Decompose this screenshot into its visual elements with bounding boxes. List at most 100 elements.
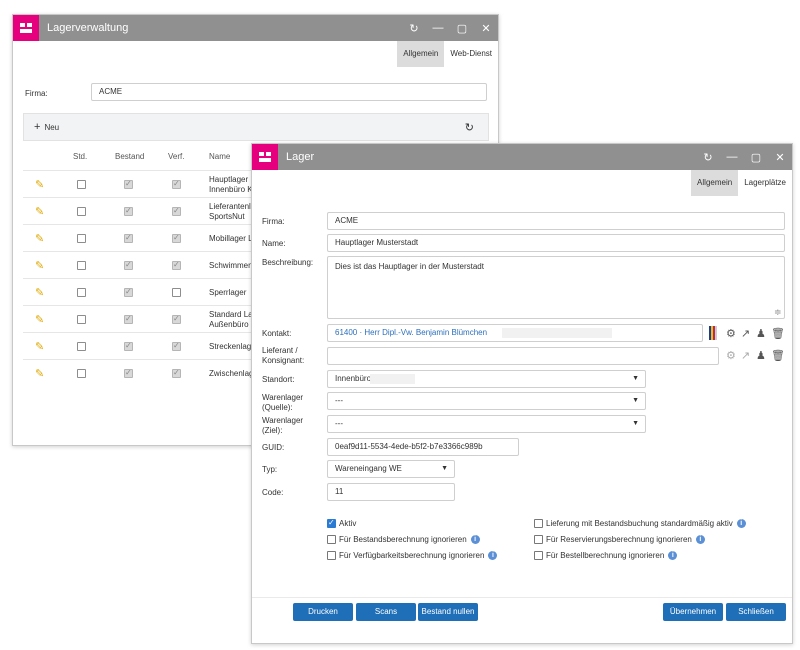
col-verf[interactable]: Verf.	[168, 152, 184, 161]
aktiv-checkbox[interactable]	[327, 518, 336, 528]
bestand-checkbox[interactable]	[124, 314, 133, 324]
close-icon[interactable]: ✕	[474, 15, 498, 41]
row-name: Sperrlager	[209, 288, 246, 298]
tab-allgemein[interactable]: Allgemein	[691, 170, 739, 196]
verf-checkbox[interactable]	[172, 341, 181, 351]
refresh-icon[interactable]: ↻	[402, 15, 426, 41]
edit-pencil-icon[interactable]: ✎	[35, 178, 44, 191]
window-title: Lager	[286, 151, 315, 163]
edit-pencil-icon[interactable]: ✎	[35, 340, 44, 353]
edit-pencil-icon[interactable]: ✎	[35, 259, 44, 272]
firma-input[interactable]: ACME	[91, 83, 487, 101]
ziel-label-line2: (Ziel):	[262, 426, 283, 435]
verf-checkbox[interactable]	[172, 314, 181, 324]
bestell-ignorieren-checkbox[interactable]	[534, 551, 543, 560]
lieferung-checkbox[interactable]	[534, 519, 543, 528]
edit-pencil-icon[interactable]: ✎	[35, 313, 44, 326]
window-titlebar[interactable]: Lager ↻ — ▢ ✕	[252, 144, 792, 170]
ziel-label-line1: Warenlager	[262, 416, 304, 425]
std-checkbox[interactable]	[77, 369, 86, 378]
edit-pencil-icon[interactable]: ✎	[35, 286, 44, 299]
std-checkbox[interactable]	[77, 207, 86, 216]
verf-checkbox[interactable]	[172, 233, 181, 243]
open-external-icon[interactable]: ↗	[741, 328, 750, 340]
guid-input[interactable]: 0eaf9d11-5534-4ede-b5f2-b7e3366c989b	[327, 438, 519, 456]
std-checkbox[interactable]	[77, 288, 86, 297]
reserv-ignorieren-checkbox[interactable]	[534, 535, 543, 544]
std-checkbox[interactable]	[77, 180, 86, 189]
user-icon[interactable]: ♟	[756, 350, 766, 362]
col-name[interactable]: Name	[209, 152, 230, 161]
info-icon[interactable]: i	[695, 535, 705, 545]
maximize-icon[interactable]: ▢	[450, 15, 474, 41]
delete-icon[interactable]: 🗑	[771, 350, 785, 362]
scans-button[interactable]: Scans	[356, 603, 416, 621]
firma-input[interactable]: ACME	[327, 212, 785, 230]
std-checkbox[interactable]	[77, 234, 86, 243]
new-button[interactable]: Neu	[44, 123, 59, 132]
info-icon[interactable]: i	[488, 551, 498, 561]
user-icon[interactable]: ♟	[756, 328, 766, 340]
tab-allgemein[interactable]: Allgemein	[397, 41, 445, 67]
bestand-checkbox[interactable]	[124, 260, 133, 270]
verf-checkbox[interactable]	[172, 179, 181, 189]
resize-handle-icon[interactable]: ≑	[774, 307, 782, 318]
tab-web-dienst[interactable]: Web-Dienst	[444, 41, 498, 67]
bestand-checkbox[interactable]	[124, 287, 133, 297]
minimize-icon[interactable]: —	[426, 15, 450, 41]
bestand-nullen-button[interactable]: Bestand nullen	[418, 603, 478, 621]
verf-checkbox[interactable]	[172, 288, 181, 297]
maximize-icon[interactable]: ▢	[744, 144, 768, 170]
code-input[interactable]: 11	[327, 483, 455, 501]
verf-checkbox[interactable]	[172, 260, 181, 270]
row-name: Lieferantenl SportsNut	[209, 202, 251, 222]
firma-label: Firma:	[262, 217, 285, 226]
refresh-icon[interactable]: ↻	[696, 144, 720, 170]
col-std[interactable]: Std.	[73, 152, 87, 161]
uebernehmen-button[interactable]: Übernehmen	[663, 603, 723, 621]
name-input[interactable]: Hauptlager Musterstadt	[327, 234, 785, 252]
row-name: Hauptlager M Innenbüro K	[209, 175, 257, 195]
edit-pencil-icon[interactable]: ✎	[35, 205, 44, 218]
bestand-checkbox[interactable]	[124, 341, 133, 351]
edit-pencil-icon[interactable]: ✎	[35, 367, 44, 380]
window-titlebar[interactable]: Lagerverwaltung ↻ — ▢ ✕	[13, 15, 498, 41]
bestand-checkbox[interactable]	[124, 179, 133, 189]
minimize-icon[interactable]: —	[720, 144, 744, 170]
schliessen-button[interactable]: Schließen	[726, 603, 786, 621]
info-icon[interactable]: i	[470, 535, 480, 545]
lieferant-input[interactable]	[327, 347, 719, 365]
plus-icon[interactable]: +	[34, 121, 40, 133]
lieferung-label: Lieferung mit Bestandsbuchung standardmä…	[546, 519, 746, 529]
close-icon[interactable]: ✕	[768, 144, 792, 170]
verf-ignorieren-checkbox[interactable]	[327, 551, 336, 560]
bestand-checkbox[interactable]	[124, 233, 133, 243]
drucken-button[interactable]: Drucken	[293, 603, 353, 621]
verf-checkbox[interactable]	[172, 206, 181, 216]
tab-lagerplaetze[interactable]: Lagerplätze	[738, 170, 792, 196]
lieferung-text: Lieferung mit Bestandsbuchung standardmä…	[546, 519, 733, 528]
verf-ignorieren-text: Für Verfügbarkeitsberechnung ignorieren	[339, 551, 485, 560]
std-checkbox[interactable]	[77, 261, 86, 270]
reload-icon[interactable]: ↻	[465, 121, 474, 134]
settings-icon[interactable]: ⚙	[726, 328, 736, 340]
std-checkbox[interactable]	[77, 315, 86, 324]
info-icon[interactable]: i	[736, 519, 746, 529]
quelle-label-line2: (Quelle):	[262, 403, 293, 412]
verf-checkbox[interactable]	[172, 368, 181, 378]
edit-pencil-icon[interactable]: ✎	[35, 232, 44, 245]
col-bestand[interactable]: Bestand	[115, 152, 144, 161]
ziel-select[interactable]: --- ▼	[327, 415, 646, 433]
beschreibung-textarea[interactable]: Dies ist das Hauptlager in der Mustersta…	[327, 256, 785, 319]
std-checkbox[interactable]	[77, 342, 86, 351]
bestand-checkbox[interactable]	[124, 206, 133, 216]
row-name-line2: Innenbüro K	[209, 185, 253, 194]
typ-value: Wareneingang WE	[335, 464, 402, 473]
typ-select[interactable]: Wareneingang WE ▼	[327, 460, 455, 478]
quelle-select[interactable]: --- ▼	[327, 392, 646, 410]
bestand-ignorieren-checkbox[interactable]	[327, 535, 336, 544]
row-name: Mobillager L	[209, 234, 253, 244]
info-icon[interactable]: i	[668, 551, 678, 561]
bestand-checkbox[interactable]	[124, 368, 133, 378]
delete-icon[interactable]: 🗑	[771, 328, 785, 340]
